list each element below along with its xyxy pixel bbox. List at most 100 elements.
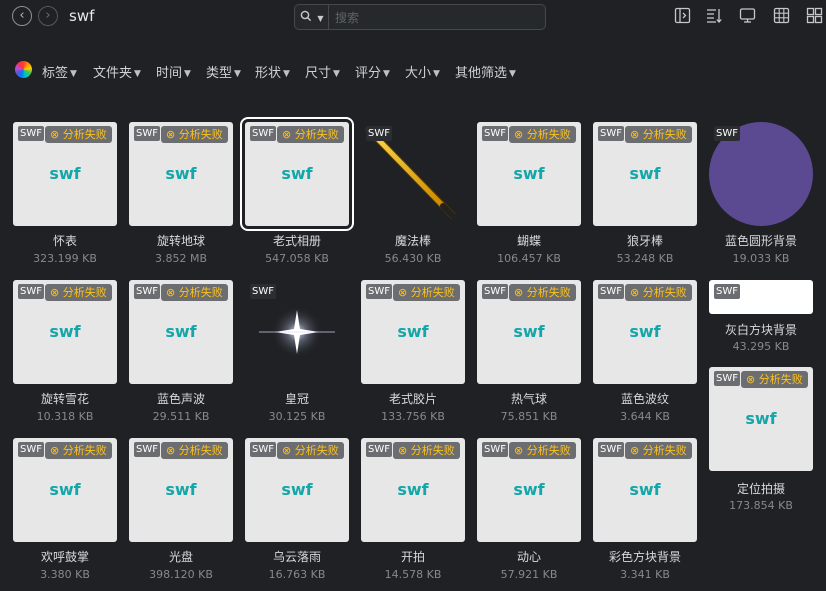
filter-type[interactable]: 类型 ▼ [206,62,241,81]
type-badge: SWF [714,284,740,299]
chevron-left-icon: ‹ [19,8,25,23]
swf-placeholder: swf [629,322,661,341]
item-size: 43.295 KB [732,340,790,353]
swf-placeholder: swf [513,322,545,341]
type-badge: SWF [134,284,160,299]
magic-wand-image: SWF [361,122,465,226]
sparkle-image: SWF [245,280,349,384]
layout-icon[interactable] [806,7,823,24]
item-name: 魔法棒 [394,234,431,248]
filter-label: 尺寸 [305,66,332,81]
thumbnail: SWF ⊗ 分析失败 swf [240,117,354,231]
type-badge: SWF [250,126,276,141]
caret-down-icon: ▼ [70,69,77,79]
thumbnail: SWF ⊗ 分析失败 swf [13,280,117,384]
item-size: 173.854 KB [729,499,793,512]
thumbnail: SWF ⊗ 分析失败 swf [709,367,813,471]
thumbnail: SWF ⊗ 分析失败 swf [477,438,581,542]
type-badge: SWF [482,126,508,141]
item-size: 3.644 KB [620,410,670,423]
swf-placeholder: swf [629,480,661,499]
analysis-failed-badge: ⊗ 分析失败 [161,442,228,459]
filter-tags[interactable]: 标签 ▼ [42,62,77,81]
thumbnail: SWF ⊗ 分析失败 swf [361,438,465,542]
color-filter-icon[interactable] [15,61,32,78]
thumbnail: SWF ⊗ 分析失败 swf [129,122,233,226]
thumbnail: SWF ⊗ 分析失败 swf [129,280,233,384]
item-size: 3.380 KB [40,568,90,581]
sidebar-icon[interactable] [674,7,691,24]
search-icon [300,10,316,24]
filter-size[interactable]: 大小 ▼ [405,62,440,81]
analysis-failed-badge: ⊗ 分析失败 [393,442,460,459]
caret-down-icon: ▼ [234,69,241,79]
filter-label: 时间 [156,66,183,81]
item-name: 怀表 [52,234,77,248]
analysis-failed-badge: ⊗ 分析失败 [741,371,808,388]
caret-down-icon: ▼ [333,69,340,79]
type-badge: SWF [18,284,44,299]
analysis-failed-badge: ⊗ 分析失败 [45,284,112,301]
swf-placeholder: swf [397,480,429,499]
swf-placeholder: swf [281,480,313,499]
thumbnail: SWF ⊗ 分析失败 swf [13,122,117,226]
item-name: 蝴蝶 [516,234,541,248]
filter-shape[interactable]: 形状 ▼ [255,62,290,81]
monitor-icon[interactable] [739,7,756,24]
swf-placeholder: swf [513,164,545,183]
type-badge: SWF [250,442,276,457]
type-badge: SWF [714,371,740,386]
item-name: 狼牙棒 [626,234,663,248]
swf-placeholder: swf [513,480,545,499]
search-input[interactable] [333,7,537,29]
thumbnail: SWF ⊗ 分析失败 swf [129,438,233,542]
purple-circle-image: SWF [709,122,813,226]
filter-label: 形状 [255,66,282,81]
item-name: 旋转雪花 [40,392,89,406]
thumbnail: SWF ⊗ 分析失败 swf [361,280,465,384]
item-size: 3.341 KB [620,568,670,581]
grid-icon[interactable] [773,7,790,24]
item-size: 133.756 KB [381,410,445,423]
type-badge: SWF [482,284,508,299]
item-name: 开拍 [400,550,425,564]
analysis-failed-badge: ⊗ 分析失败 [393,284,460,301]
item-size: 106.457 KB [497,252,561,265]
sort-icon[interactable] [706,7,723,24]
filter-dimensions[interactable]: 尺寸 ▼ [305,62,340,81]
filter-label: 标签 [42,66,69,81]
swf-placeholder: swf [49,322,81,341]
back-button[interactable]: ‹ [12,6,32,26]
filter-rating[interactable]: 评分 ▼ [355,62,390,81]
search-box: ▼ [294,4,546,30]
analysis-failed-badge: ⊗ 分析失败 [45,126,112,143]
caret-down-icon: ▼ [184,69,191,79]
type-badge: SWF [714,126,740,141]
filter-other[interactable]: 其他筛选 ▼ [455,62,516,81]
swf-placeholder: swf [165,322,197,341]
swf-placeholder: swf [49,480,81,499]
filter-label: 类型 [206,66,233,81]
folder-title: swf [69,7,95,25]
filter-folder[interactable]: 文件夹 ▼ [93,62,141,81]
filter-label: 文件夹 [93,66,133,81]
swf-placeholder: swf [629,164,661,183]
item-size: 75.851 KB [500,410,558,423]
type-badge: SWF [366,442,392,457]
filter-label: 评分 [355,66,382,81]
item-name: 定位拍摄 [736,482,785,496]
item-name: 乌云落雨 [272,550,321,564]
analysis-failed-badge: ⊗ 分析失败 [277,126,344,143]
analysis-failed-badge: ⊗ 分析失败 [509,126,576,143]
swf-placeholder: swf [165,164,197,183]
item-size: 57.921 KB [500,568,558,581]
item-size: 10.318 KB [36,410,94,423]
thumbnail: SWF ⊗ 分析失败 swf [593,438,697,542]
analysis-failed-badge: ⊗ 分析失败 [625,442,692,459]
search-options-button[interactable]: ▼ [295,5,329,29]
forward-button[interactable]: › [38,6,58,26]
type-badge: SWF [18,126,44,141]
item-name: 皇冠 [284,392,309,406]
caret-down-icon: ▼ [509,69,516,79]
filter-time[interactable]: 时间 ▼ [156,62,191,81]
